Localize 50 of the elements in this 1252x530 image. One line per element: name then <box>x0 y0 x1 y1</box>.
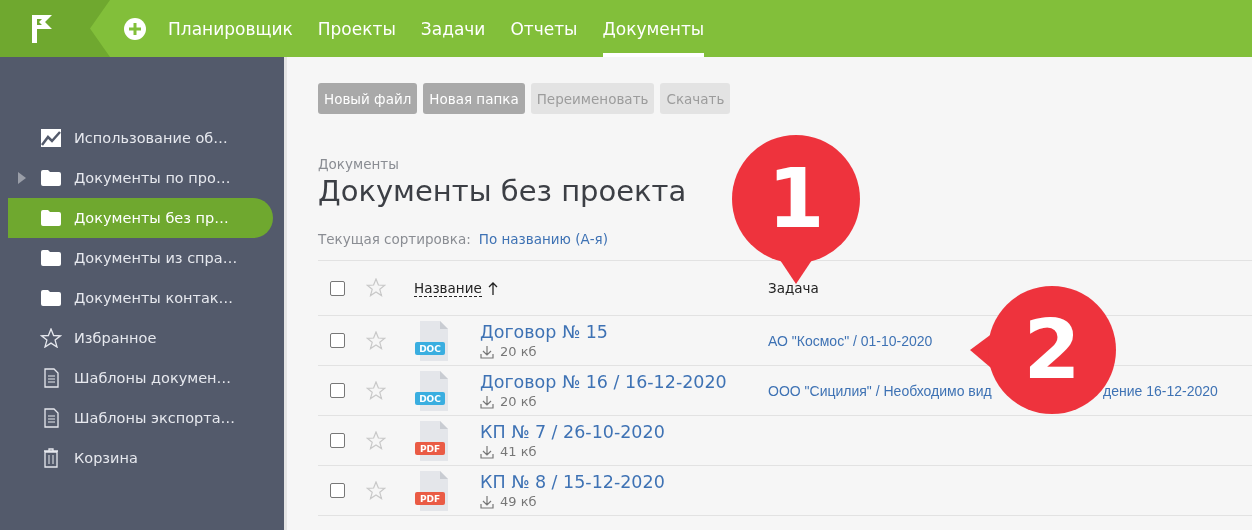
sidebar-item[interactable]: Документы контак… <box>8 278 273 318</box>
star-icon[interactable] <box>366 330 386 351</box>
file-name-link[interactable]: Договор № 16 / 16-12-2020 <box>480 372 768 392</box>
star-icon[interactable] <box>366 480 386 501</box>
checkbox[interactable] <box>330 280 345 296</box>
file-size: 49 кб <box>500 494 537 509</box>
sidebar-item[interactable]: Документы без пр… <box>8 198 273 238</box>
star-icon[interactable] <box>366 278 386 298</box>
folder-icon <box>40 248 62 268</box>
sort-link[interactable]: По названию (А-я) <box>478 231 608 247</box>
folder-icon <box>40 288 62 308</box>
sidebar-item[interactable]: Использование об… <box>8 118 273 158</box>
task-link[interactable]: дение 16-12-2020 <box>1103 382 1218 399</box>
sidebar-item[interactable]: Корзина <box>8 438 273 478</box>
download-icon[interactable] <box>480 394 494 409</box>
add-icon[interactable] <box>124 17 146 40</box>
page-title: Документы без проекта <box>318 174 687 208</box>
chart-icon <box>40 128 62 148</box>
checkbox[interactable] <box>330 383 345 398</box>
sidebar-item[interactable]: Избранное <box>8 318 273 358</box>
file-name-link[interactable]: Договор № 15 <box>480 322 768 342</box>
file-name-link[interactable]: КП № 7 / 26-10-2020 <box>480 422 768 442</box>
logo-icon[interactable] <box>30 14 54 43</box>
download-icon[interactable] <box>480 444 494 459</box>
star-icon <box>40 328 62 348</box>
star-icon[interactable] <box>366 430 386 451</box>
star-icon[interactable] <box>366 380 386 401</box>
file-size: 20 кб <box>500 344 537 359</box>
toolbar-button[interactable]: Новая папка <box>423 83 525 114</box>
toolbar-button[interactable]: Новый файл <box>318 83 418 114</box>
task-link[interactable]: ООО "Сицилия" / Необходимо вид <box>768 382 992 399</box>
file-name-link[interactable]: КП № 8 / 15-12-2020 <box>480 472 768 492</box>
sidebar-item[interactable]: Шаблоны экспорта… <box>8 398 273 438</box>
sort-label: Текущая сортировка: <box>318 231 471 247</box>
task-link[interactable]: АО "Космос" / 01-10-2020 <box>768 332 933 349</box>
column-header[interactable]: Название <box>414 279 482 297</box>
sidebar-item[interactable]: Шаблоны докумен… <box>8 358 273 398</box>
sidebar-item[interactable]: Документы из спра… <box>8 238 273 278</box>
sort-arrow-icon[interactable] <box>487 281 498 295</box>
folder-icon <box>40 208 62 228</box>
folder-icon <box>40 168 62 188</box>
download-icon[interactable] <box>480 344 494 359</box>
file-size: 41 кб <box>500 444 537 459</box>
sidebar-item[interactable]: Документы по про… <box>8 158 273 198</box>
checkbox[interactable] <box>330 483 345 498</box>
checkbox[interactable] <box>330 433 345 448</box>
checkbox[interactable] <box>330 333 345 348</box>
download-icon[interactable] <box>480 494 494 509</box>
expand-arrow-icon[interactable] <box>18 172 26 184</box>
file-size: 20 кб <box>500 394 537 409</box>
